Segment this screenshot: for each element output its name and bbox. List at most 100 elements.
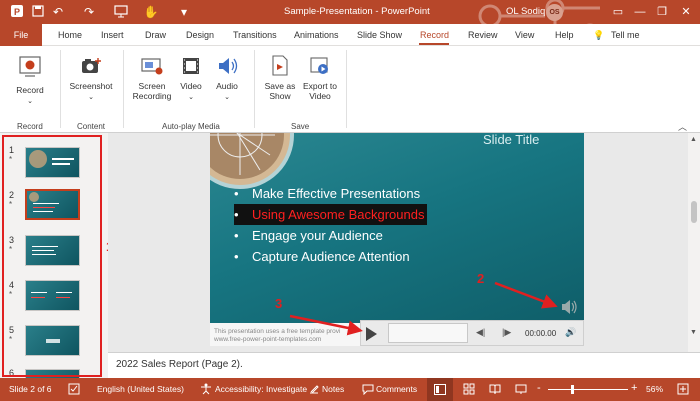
avatar[interactable]: OS: [546, 4, 563, 21]
slide-sorter-icon[interactable]: [463, 383, 475, 395]
tab-home[interactable]: Home: [58, 30, 82, 40]
scroll-up-icon[interactable]: ▲: [690, 136, 697, 143]
vertical-scrollbar[interactable]: ▲ ▼: [688, 133, 700, 352]
tab-file[interactable]: File: [0, 24, 42, 46]
chevron-down-icon: ⌄: [27, 98, 33, 105]
zoom-slider[interactable]: [548, 389, 628, 390]
audio-progress-bar[interactable]: [388, 323, 468, 343]
normal-view-button[interactable]: [427, 378, 453, 401]
customize-icon[interactable]: ▾: [176, 4, 192, 20]
tab-view[interactable]: View: [515, 30, 534, 40]
redo-icon[interactable]: ↷: [81, 4, 97, 20]
screen-recording-icon: [141, 58, 163, 75]
undo-icon[interactable]: ↶: [50, 4, 66, 20]
bullet-item-highlighted: Using Awesome Backgrounds: [234, 204, 428, 225]
chevron-down-icon: ⌄: [224, 94, 230, 101]
present-icon[interactable]: [113, 4, 129, 20]
slide-title[interactable]: Slide Title: [483, 133, 539, 147]
video-button[interactable]: Video ⌄: [176, 54, 206, 103]
group-divider: [346, 50, 347, 128]
reading-view-icon[interactable]: [489, 383, 501, 395]
comments-button[interactable]: Comments: [376, 384, 417, 394]
tab-slide-show[interactable]: Slide Show: [357, 30, 402, 40]
record-icon: [19, 56, 41, 77]
slide-counter: Slide 2 of 6: [9, 384, 52, 394]
group-label-record: Record: [17, 122, 43, 131]
tab-draw[interactable]: Draw: [145, 30, 166, 40]
language-indicator[interactable]: English (United States): [97, 384, 184, 394]
group-divider: [60, 50, 61, 128]
callout-number-3: 3: [275, 296, 283, 311]
lightbulb-icon: 💡: [593, 30, 605, 40]
slide-canvas[interactable]: Slide Title Make Effective Presentations…: [210, 133, 584, 323]
notes-button[interactable]: Notes: [322, 384, 344, 394]
group-label-content: Content: [77, 122, 106, 131]
fit-to-window-icon[interactable]: [677, 383, 689, 395]
export-to-video-button[interactable]: Export to Video: [300, 54, 340, 101]
restore-icon[interactable]: ❐: [652, 2, 672, 22]
group-divider: [254, 50, 255, 128]
bullet-item: Engage your Audience: [234, 225, 427, 246]
bullet-list[interactable]: Make Effective Presentations Using Aweso…: [234, 183, 428, 267]
audio-speaker-icon[interactable]: [560, 299, 578, 315]
speaker-notes-text[interactable]: 2022 Sales Report (Page 2).: [116, 359, 243, 370]
skip-forward-icon[interactable]: |▶: [502, 327, 511, 338]
powerpoint-logo-icon: P: [9, 4, 25, 20]
tab-insert[interactable]: Insert: [101, 30, 124, 40]
screenshot-button[interactable]: Screenshot ⌄: [66, 54, 116, 103]
screen-recording-button[interactable]: Screen Recording: [128, 54, 176, 101]
minimize-icon[interactable]: —: [630, 2, 650, 22]
collapse-ribbon-icon[interactable]: ︿: [678, 120, 690, 132]
normal-view-icon: [434, 384, 446, 395]
tell-me-search[interactable]: Tell me: [611, 30, 640, 40]
zoom-level[interactable]: 56%: [646, 384, 663, 394]
tab-help[interactable]: Help: [555, 30, 574, 40]
tab-transitions[interactable]: Transitions: [233, 30, 277, 40]
callout-highlight-box: [2, 135, 102, 377]
spelling-check-icon[interactable]: [68, 383, 80, 395]
svg-text:P: P: [14, 7, 20, 17]
save-icon[interactable]: [30, 4, 46, 20]
ribbon: Record ⌄ Record Screenshot ⌄ Content Scr…: [0, 46, 700, 133]
tab-animations[interactable]: Animations: [294, 30, 339, 40]
zoom-slider-thumb[interactable]: [571, 385, 574, 394]
tab-record[interactable]: Record: [420, 30, 449, 40]
footer-text: This presentation uses a free template p…: [214, 328, 341, 335]
comments-icon: [362, 383, 374, 396]
status-bar: Slide 2 of 6 English (United States) Acc…: [0, 378, 700, 401]
tab-review[interactable]: Review: [468, 30, 498, 40]
audio-player: ◀| |▶ 00:00.00 🔊: [360, 320, 584, 346]
user-name[interactable]: OL Sodiq: [506, 6, 545, 17]
accessibility-status[interactable]: Accessibility: Investigate: [215, 384, 307, 394]
active-tab-indicator: [419, 43, 449, 45]
touch-mode-icon[interactable]: ✋: [143, 4, 159, 20]
export-video-icon: [310, 57, 328, 74]
chevron-down-icon: ⌄: [188, 94, 194, 101]
audio-button[interactable]: Audio ⌄: [210, 54, 244, 103]
camera-icon: [82, 58, 101, 73]
save-as-show-icon: [272, 55, 288, 76]
record-button[interactable]: Record ⌄: [8, 54, 52, 107]
skip-back-icon[interactable]: ◀|: [476, 327, 485, 338]
slideshow-view-icon[interactable]: [515, 383, 527, 395]
notes-icon: [308, 383, 320, 395]
group-label-save: Save: [291, 122, 310, 131]
ribbon-display-icon[interactable]: ▭: [608, 2, 628, 22]
chevron-down-icon: ⌄: [88, 94, 94, 101]
zoom-out-button[interactable]: -: [537, 382, 541, 394]
close-icon[interactable]: ✕: [676, 2, 696, 22]
footer-url: www.free-power-point-templates.com: [214, 336, 322, 343]
tab-design[interactable]: Design: [186, 30, 214, 40]
notes-pane[interactable]: 2022 Sales Report (Page 2).: [108, 352, 700, 378]
save-as-show-button[interactable]: Save as Show: [260, 54, 300, 101]
zoom-in-button[interactable]: +: [631, 382, 637, 394]
group-divider: [123, 50, 124, 128]
bullet-item: Capture Audience Attention: [234, 246, 427, 267]
playback-time: 00:00.00: [525, 329, 557, 338]
scroll-down-icon[interactable]: ▼: [690, 329, 697, 336]
scrollbar-thumb[interactable]: [691, 201, 697, 223]
callout-number-2: 2: [477, 271, 485, 286]
play-icon[interactable]: [366, 327, 377, 341]
volume-icon[interactable]: 🔊: [565, 327, 576, 338]
title-bar: P ↶ ↷ ✋ ▾ Sample-Presentation - PowerPoi…: [0, 0, 700, 24]
